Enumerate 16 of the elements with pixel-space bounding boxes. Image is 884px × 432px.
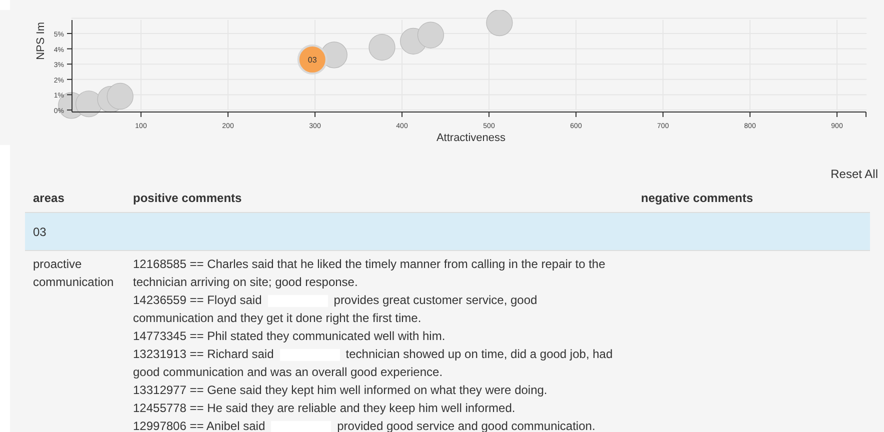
group-label: 03: [33, 224, 46, 240]
comment-text: 14236559 == Floyd said provides great customer service, good communication and they get it done right the first time.: [133, 292, 538, 327]
area-cell-text: proactive communication: [32, 256, 115, 291]
group-row[interactable]: 03: [25, 212, 870, 250]
comment-text: 13231913 == Richard said technician showed up on time, did a good job, had good communication and was an overall good experience.: [133, 346, 614, 381]
comment-text: 12455778 == He said they are reliable and they keep him well informed.: [133, 400, 516, 417]
comment-text: 14773345 == Phil stated they communicated well with him.: [133, 328, 446, 345]
comment-text: 12168585 == Charles said that he liked the timely manner from calling in the repair to the technician arriving on site; good response.: [133, 256, 606, 291]
reset-all-button[interactable]: Reset All: [830, 165, 878, 183]
data-label: 03: [308, 56, 317, 64]
column-header: areas: [32, 190, 66, 207]
x-axis-title: Attractiveness: [436, 132, 506, 144]
comment-text: 13312977 == Gene said they kept him well informed on what they were doing.: [133, 382, 548, 399]
y-axis-title: NPS Im: [35, 22, 47, 60]
column-header: positive comments: [132, 190, 243, 207]
column-header: negative comments: [640, 190, 754, 207]
